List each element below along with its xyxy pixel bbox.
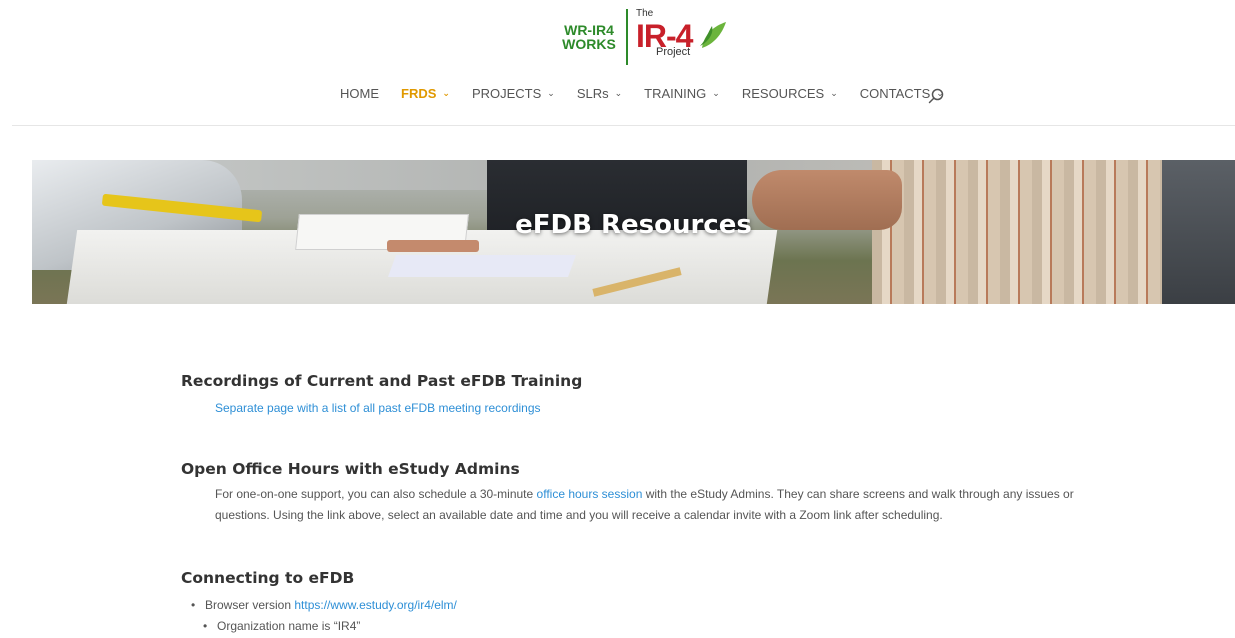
chevron-down-icon: ⌄ [712, 88, 720, 98]
office-hours-link[interactable]: office hours session [537, 487, 643, 501]
page-title: eFDB Resources [515, 210, 752, 240]
leaf-icon [700, 22, 726, 48]
connecting-heading: Connecting to eFDB [181, 569, 355, 587]
chevron-down-icon: ⌄ [442, 88, 450, 98]
header-divider [12, 125, 1235, 126]
chevron-down-icon: ⌄ [830, 88, 838, 98]
wr-ir4-logo: WR-IR4 WORKS [560, 23, 618, 51]
nav-training-label: TRAINING [644, 86, 707, 101]
organization-name-text: Organization name is “IR4” [217, 619, 361, 633]
office-hours-heading: Open Office Hours with eStudy Admins [181, 460, 520, 478]
browser-version-label: Browser version [205, 598, 295, 612]
nav-training[interactable]: TRAINING ⌄ [644, 86, 720, 101]
recordings-heading: Recordings of Current and Past eFDB Trai… [181, 372, 583, 390]
nav-slrs-label: SLRs [576, 86, 609, 101]
search-icon[interactable] [928, 88, 944, 104]
logo-project: Project [656, 46, 691, 58]
page: WR-IR4 WORKS The IR-4 Project HOME FRDs … [0, 0, 1235, 638]
nav-frds[interactable]: FRDs ⌄ [401, 86, 450, 101]
chevron-down-icon: ⌄ [614, 88, 623, 98]
nav-frds-label: FRDs [401, 86, 437, 101]
nav-contacts-label: CONTACTS [859, 86, 931, 101]
recordings-link[interactable]: Separate page with a list of all past eF… [215, 401, 541, 415]
ir4-project-logo: The IR-4 Project [636, 8, 736, 66]
nav-home-label: HOME [340, 86, 379, 101]
hero-bg-paper [387, 255, 577, 277]
main-nav: HOME FRDs ⌄ PROJECTS ⌄ SLRs ⌄ TRAINING ⌄… [340, 86, 966, 101]
browser-version-link[interactable]: https://www.estudy.org/ir4/elm/ [294, 598, 457, 612]
nav-home[interactable]: HOME [340, 86, 379, 101]
office-hours-body: For one-on-one support, you can also sch… [215, 484, 1101, 526]
site-logo[interactable]: WR-IR4 WORKS The IR-4 Project [560, 8, 736, 66]
section-recordings: Recordings of Current and Past eFDB Trai… [181, 372, 582, 419]
list-item: Organization name is “IR4” [181, 616, 457, 637]
connecting-list: Browser version https://www.estudy.org/i… [181, 595, 457, 637]
section-office-hours: Open Office Hours with eStudy Admins For… [181, 460, 1101, 526]
chevron-down-icon: ⌄ [547, 88, 555, 98]
logo-divider [626, 9, 628, 65]
nav-projects[interactable]: PROJECTS ⌄ [472, 86, 555, 101]
logo-wr-line2: WORKS [562, 36, 616, 52]
nav-slrs[interactable]: SLRs ⌄ [577, 86, 622, 101]
nav-resources-label: RESOURCES [741, 86, 825, 101]
section-connecting: Connecting to eFDB Browser version https… [181, 569, 457, 637]
list-item: Browser version https://www.estudy.org/i… [181, 595, 457, 616]
hero-bg-phone [387, 240, 479, 252]
hero-banner: eFDB Resources [32, 160, 1235, 304]
logo-wr-line1: WR-IR4 [564, 22, 614, 38]
nav-resources[interactable]: RESOURCES ⌄ [742, 86, 838, 101]
nav-projects-label: PROJECTS [471, 86, 542, 101]
office-hours-text-before: For one-on-one support, you can also sch… [215, 487, 537, 501]
recordings-body: Separate page with a list of all past eF… [215, 398, 582, 419]
